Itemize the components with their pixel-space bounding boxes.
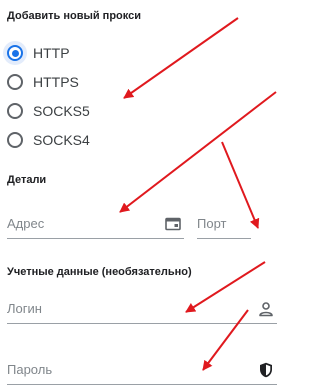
address-field[interactable]: Адрес	[7, 212, 184, 239]
protocol-label-https: HTTPS	[33, 74, 79, 90]
annotation-arrow-protocol	[123, 17, 239, 99]
person-icon	[257, 300, 275, 318]
details-heading: Детали	[7, 174, 47, 186]
password-placeholder: Пароль	[7, 362, 53, 377]
credentials-heading: Учетные данные (необязательно)	[7, 266, 192, 278]
annotation-arrow-address	[119, 91, 277, 213]
protocol-option-https[interactable]: HTTPS	[7, 71, 79, 93]
radio-https[interactable]	[7, 74, 23, 90]
protocol-label-socks4: SOCKS4	[33, 132, 90, 148]
port-placeholder: Порт	[197, 216, 227, 231]
address-placeholder: Адрес	[7, 216, 45, 231]
password-field[interactable]: Пароль	[7, 358, 277, 385]
login-field[interactable]: Логин	[7, 297, 277, 324]
radio-http[interactable]	[7, 45, 23, 61]
protocol-label-socks5: SOCKS5	[33, 103, 90, 119]
protocol-option-socks5[interactable]: SOCKS5	[7, 100, 90, 122]
radio-socks4[interactable]	[7, 132, 23, 148]
protocol-label-http: HTTP	[33, 45, 70, 61]
port-field[interactable]: Порт	[197, 212, 251, 239]
protocol-option-socks4[interactable]: SOCKS4	[7, 129, 90, 151]
login-placeholder: Логин	[7, 301, 42, 316]
add-proxy-heading: Добавить новый прокси	[7, 10, 141, 22]
protocol-option-http[interactable]: HTTP	[7, 42, 70, 64]
card-icon	[164, 215, 182, 233]
radio-socks5[interactable]	[7, 103, 23, 119]
radio-dot	[11, 49, 19, 57]
shield-icon	[257, 361, 275, 379]
